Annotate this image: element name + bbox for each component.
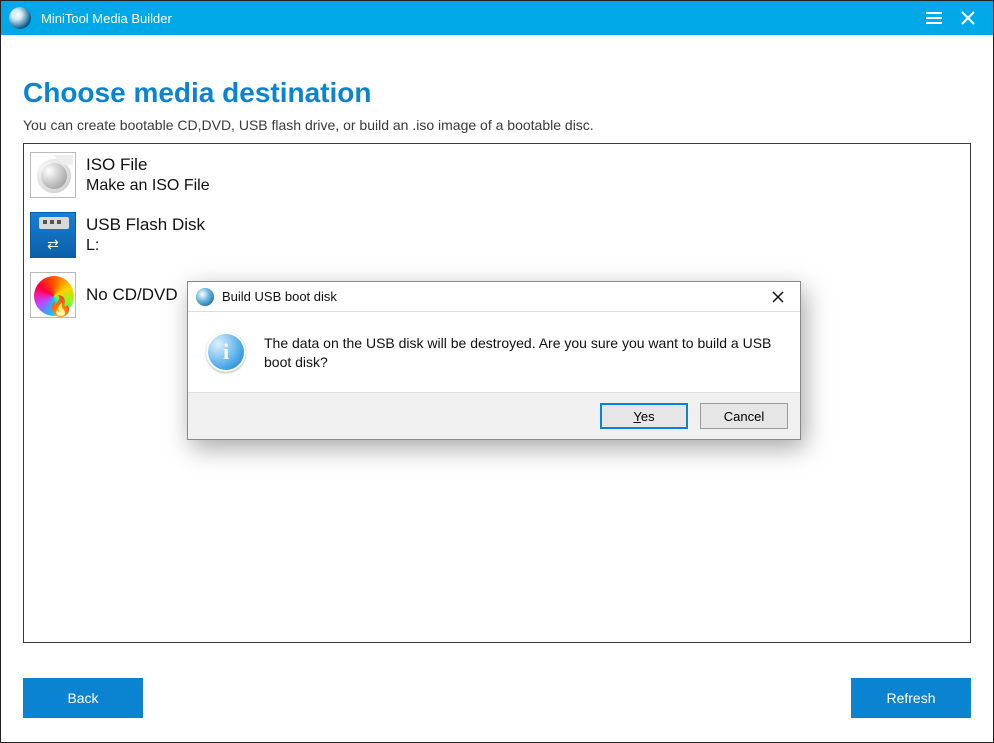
usb-disk-icon bbox=[30, 212, 76, 258]
app-logo-icon bbox=[9, 7, 31, 29]
app-title: MiniTool Media Builder bbox=[41, 11, 172, 26]
close-icon bbox=[772, 291, 784, 303]
option-iso-file[interactable]: ISO File Make an ISO File bbox=[30, 150, 964, 210]
yes-accelerator: Y bbox=[633, 409, 640, 424]
hamburger-icon bbox=[926, 12, 942, 24]
confirm-dialog: Build USB boot disk i The data on the US… bbox=[187, 281, 801, 440]
option-subtitle: L: bbox=[86, 236, 205, 256]
refresh-button[interactable]: Refresh bbox=[851, 678, 971, 718]
page-subtitle: You can create bootable CD,DVD, USB flas… bbox=[23, 117, 971, 133]
dialog-close-button[interactable] bbox=[764, 285, 792, 309]
dialog-titlebar: Build USB boot disk bbox=[188, 282, 800, 312]
back-button[interactable]: Back bbox=[23, 678, 143, 718]
yes-label-rest: es bbox=[641, 409, 655, 424]
option-title: USB Flash Disk bbox=[86, 214, 205, 235]
app-window: MiniTool Media Builder Choose media dest… bbox=[0, 0, 994, 743]
dialog-body: i The data on the USB disk will be destr… bbox=[188, 312, 800, 392]
option-usb-flash-disk[interactable]: USB Flash Disk L: bbox=[30, 210, 964, 270]
info-icon: i bbox=[206, 332, 246, 372]
dialog-logo-icon bbox=[196, 288, 214, 306]
footer: Back Refresh bbox=[1, 664, 993, 742]
cancel-button[interactable]: Cancel bbox=[700, 403, 788, 429]
option-title: No CD/DVD bbox=[86, 284, 178, 305]
no-cd-dvd-icon bbox=[30, 272, 76, 318]
yes-button[interactable]: Yes bbox=[600, 403, 688, 429]
menu-button[interactable] bbox=[917, 1, 951, 35]
iso-file-icon bbox=[30, 152, 76, 198]
option-subtitle: Make an ISO File bbox=[86, 176, 210, 196]
page-title: Choose media destination bbox=[23, 77, 971, 109]
dialog-title: Build USB boot disk bbox=[222, 289, 764, 304]
option-title: ISO File bbox=[86, 154, 210, 175]
titlebar: MiniTool Media Builder bbox=[1, 1, 993, 35]
cancel-label: Cancel bbox=[724, 409, 764, 424]
dialog-message: The data on the USB disk will be destroy… bbox=[264, 332, 782, 372]
dialog-button-row: Yes Cancel bbox=[188, 392, 800, 439]
window-close-button[interactable] bbox=[951, 1, 985, 35]
close-icon bbox=[961, 11, 975, 25]
